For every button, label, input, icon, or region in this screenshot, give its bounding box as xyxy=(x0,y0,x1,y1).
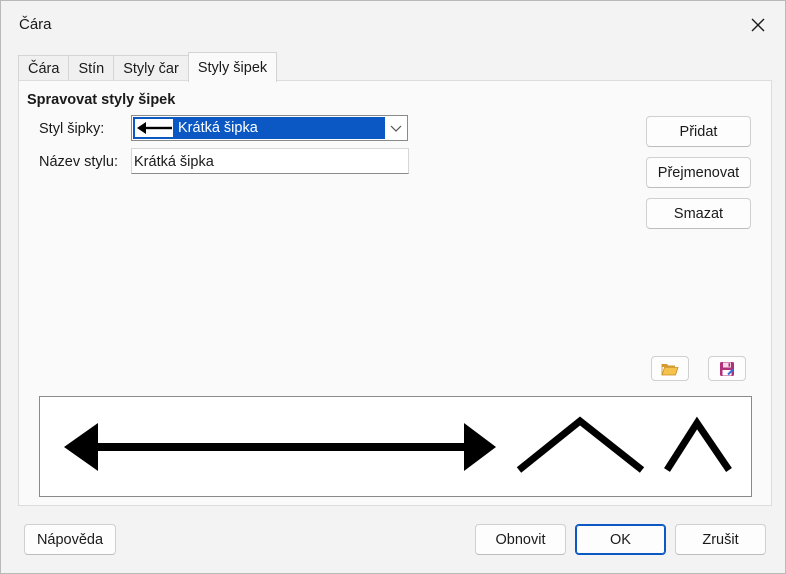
rename-button[interactable]: Přejmenovat xyxy=(646,157,751,188)
arrow-style-selected: Krátká šipka xyxy=(133,117,385,139)
chevron-down-icon xyxy=(390,125,402,132)
title-bar: Čára xyxy=(1,1,785,47)
tab-arrow-styles[interactable]: Styly šipek xyxy=(187,52,278,82)
close-button[interactable] xyxy=(745,12,771,38)
style-name-label: Název stylu: xyxy=(39,154,118,170)
delete-button[interactable]: Smazat xyxy=(646,198,751,229)
dialog-title: Čára xyxy=(19,16,52,33)
save-arrow-styles-button[interactable] xyxy=(708,356,746,381)
arrow-preview-drawing xyxy=(64,416,732,473)
ok-button[interactable]: OK xyxy=(575,524,666,555)
save-icon xyxy=(720,361,734,376)
help-button[interactable]: Nápověda xyxy=(24,524,116,555)
arrow-style-value: Krátká šipka xyxy=(178,120,258,136)
add-button[interactable]: Přidat xyxy=(646,116,751,147)
reset-button[interactable]: Obnovit xyxy=(475,524,566,555)
folder-open-icon xyxy=(661,363,679,375)
tab-line-styles[interactable]: Styly čar xyxy=(113,55,189,82)
load-arrow-styles-button[interactable] xyxy=(651,356,689,381)
cancel-button[interactable]: Zrušit xyxy=(675,524,766,555)
arrow-styles-panel: Spravovat styly šipek Styl šipky: Krátká… xyxy=(18,80,772,506)
arrow-style-select[interactable]: Krátká šipka xyxy=(131,115,408,141)
line-dialog: Čára Čára Stín Styly čar Styly šipek Spr… xyxy=(0,0,786,574)
close-icon xyxy=(751,18,765,32)
style-name-input[interactable] xyxy=(131,148,409,174)
section-title: Spravovat styly šipek xyxy=(27,92,176,108)
arrow-preview-icon xyxy=(135,119,173,137)
arrow-preview-area xyxy=(39,396,752,497)
tab-shadow[interactable]: Stín xyxy=(68,55,115,82)
tab-bar: Čára Stín Styly čar Styly šipek xyxy=(18,52,278,82)
arrow-style-label: Styl šipky: xyxy=(39,121,105,137)
tab-line[interactable]: Čára xyxy=(18,55,70,82)
